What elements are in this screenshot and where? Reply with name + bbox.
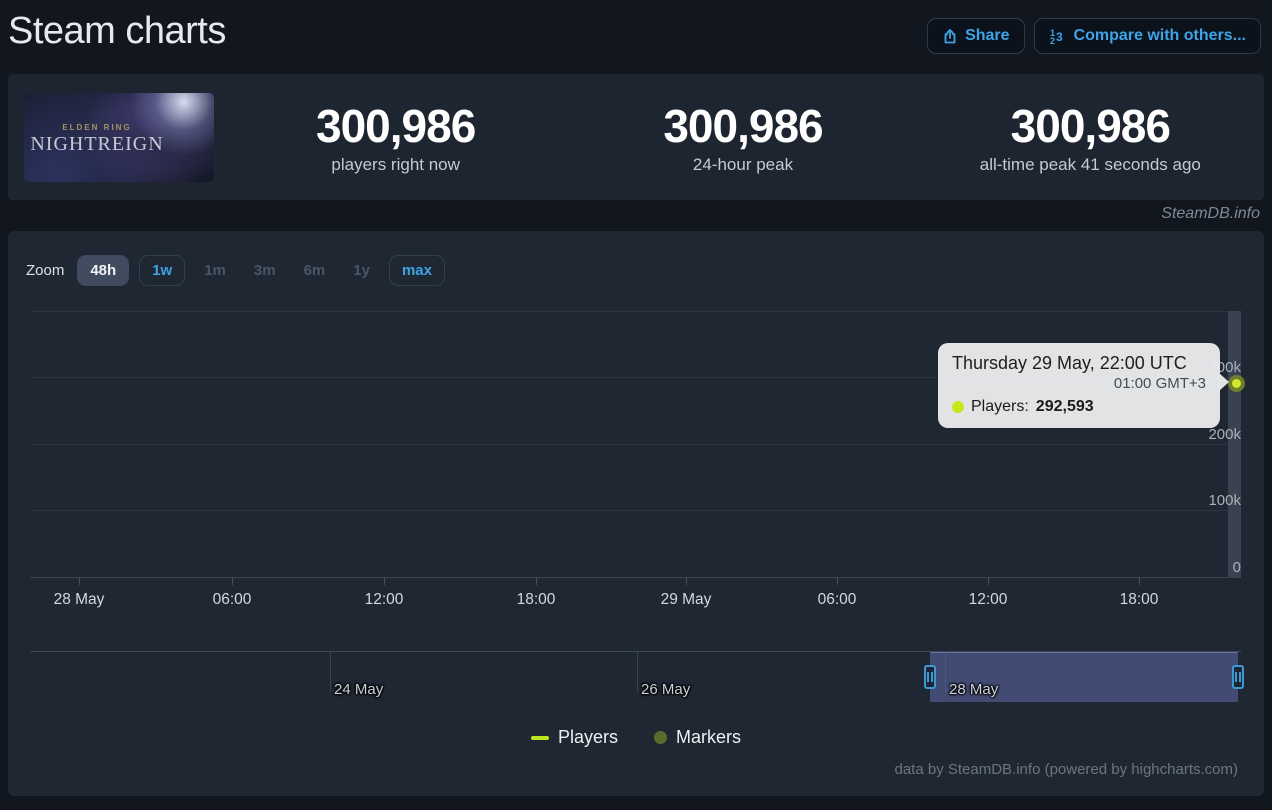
zoom-1w-button[interactable]: 1w [139,255,185,286]
tooltip-datetime: Thursday 29 May, 22:00 UTC [952,353,1206,374]
chart-legend: Players Markers [8,727,1264,748]
navigator-label: 24 May [334,681,383,698]
zoom-48h-button[interactable]: 48h [77,255,129,286]
tooltip-series-value: 292,593 [1036,398,1094,416]
stat-24h-peak: 300,986 24-hour peak [569,74,916,200]
x-axis-tick [79,577,80,585]
navigator-label: 28 May [949,681,998,698]
compare-button[interactable]: 1 2 3 Compare with others... [1034,18,1261,54]
navigator-tick [637,651,638,692]
chart-credits-link[interactable]: data by SteamDB.info (powered by highcha… [895,761,1239,778]
navigator-right-handle[interactable] [1232,665,1244,689]
x-axis-label: 12:00 [938,591,1038,609]
stat-label: 24-hour peak [693,155,793,175]
legend-item-players[interactable]: Players [531,727,618,748]
legend-label: Markers [676,727,741,748]
steamdb-charts-page: Steam charts Share 1 2 3 Compare with ot… [0,0,1272,810]
tooltip-localtime: 01:00 GMT+3 [952,375,1206,392]
stat-label: players right now [331,155,460,175]
series-point-marker[interactable] [1232,379,1241,388]
share-icon [942,28,958,45]
game-capsule-title-large: NIGHTREIGN [24,133,170,156]
header-actions: Share 1 2 3 Compare with others... [927,18,1261,54]
chart-tooltip: Thursday 29 May, 22:00 UTC 01:00 GMT+3 P… [938,343,1220,428]
zoom-3m-button: 3m [245,255,285,286]
stats-row: 300,986 players right now 300,986 24-hou… [222,74,1264,200]
stats-panel: ELDEN RING NIGHTREIGN 300,986 players ri… [8,74,1264,200]
tooltip-series-row: Players: 292,593 [952,398,1206,416]
players-line-swatch-icon [531,736,549,740]
x-axis-label: 18:00 [1089,591,1189,609]
x-axis-label: 12:00 [334,591,434,609]
zoom-controls: Zoom 48h 1w 1m 3m 6m 1y max [26,255,445,286]
legend-item-markers[interactable]: Markers [654,727,741,748]
y-axis-label-0: 0 [1181,559,1241,576]
zoom-6m-button: 6m [295,255,335,286]
navigator-left-handle[interactable] [924,665,936,689]
x-axis-tick [988,577,989,585]
steamdb-watermark: SteamDB.info [1161,205,1260,223]
svg-text:2: 2 [1050,36,1055,45]
navigator-tick [330,651,331,692]
svg-text:3: 3 [1056,30,1063,44]
compare-button-label: Compare with others... [1074,27,1246,45]
zoom-max-button[interactable]: max [389,255,445,286]
tooltip-series-name: Players: [971,398,1029,416]
zoom-1m-button: 1m [195,255,235,286]
y-axis-label-200k: 200k [1181,426,1241,443]
x-axis-label: 29 May [636,591,736,609]
chart-panel: Zoom 48h 1w 1m 3m 6m 1y max 300k 200k 10… [8,231,1264,796]
zoom-1y-button: 1y [344,255,379,286]
x-axis-line [30,577,1241,578]
x-axis-label: 18:00 [486,591,586,609]
x-axis-tick [686,577,687,585]
gridline [30,311,1241,312]
game-capsule-image: ELDEN RING NIGHTREIGN [24,93,214,182]
navigator-label: 26 May [641,681,690,698]
x-axis-label: 28 May [29,591,129,609]
share-button-label: Share [965,27,1009,45]
x-axis-tick [536,577,537,585]
gridline [30,510,1241,511]
markers-circle-swatch-icon [654,731,667,744]
crosshair-band [1228,311,1241,577]
legend-label: Players [558,727,618,748]
series-color-dot-icon [952,401,964,413]
game-capsule-title-small: ELDEN RING [24,123,170,132]
stat-value: 300,986 [1011,101,1170,152]
stat-alltime-peak: 300,986 all-time peak 41 seconds ago [917,74,1264,200]
compare-123-icon: 1 2 3 [1049,28,1067,45]
x-axis-tick [232,577,233,585]
gridline [30,444,1241,445]
x-axis-tick [1139,577,1140,585]
x-axis-label: 06:00 [787,591,887,609]
x-axis-tick [837,577,838,585]
stat-value: 300,986 [316,101,475,152]
stat-value: 300,986 [663,101,822,152]
stat-label: all-time peak 41 seconds ago [980,155,1201,175]
share-button[interactable]: Share [927,18,1024,54]
x-axis-label: 06:00 [182,591,282,609]
page-title: Steam charts [8,10,226,53]
x-axis-tick [384,577,385,585]
stat-current-players: 300,986 players right now [222,74,569,200]
y-axis-label-100k: 100k [1181,492,1241,509]
zoom-label: Zoom [26,262,64,279]
